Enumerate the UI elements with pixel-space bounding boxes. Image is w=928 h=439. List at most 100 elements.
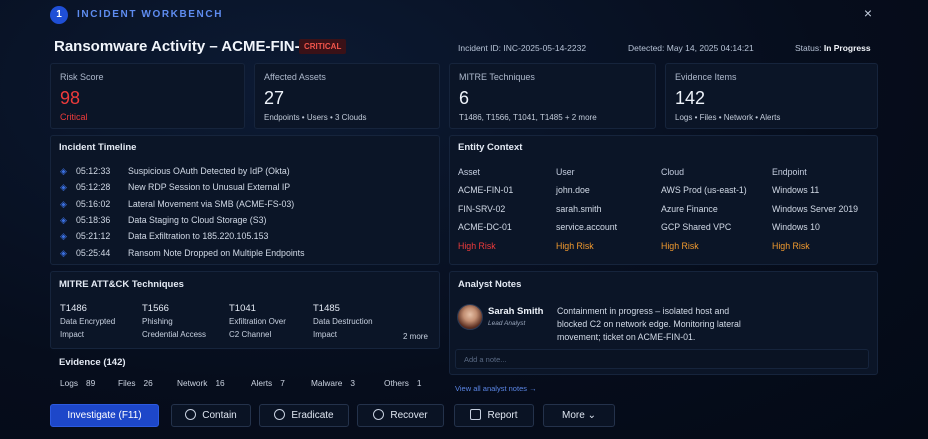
technique-tactic: C2 Channel (229, 330, 272, 339)
event-shield-icon: ◈ (60, 198, 67, 209)
entity-column-header: User (556, 167, 575, 177)
evidence-count: 3 (350, 378, 355, 388)
eradicate-label: Eradicate (291, 410, 334, 421)
note-line: blocked C2 on network edge. Monitoring l… (557, 319, 741, 329)
evidence-label: Malware (311, 378, 343, 388)
add-note-input[interactable]: Add a note... (455, 349, 869, 369)
evidence-item[interactable]: Others 1 (384, 378, 422, 388)
status: Status: In Progress (795, 43, 871, 53)
note-line: Containment in progress – isolated host … (557, 306, 730, 316)
technique-id: T1486 (60, 303, 87, 314)
risk-label: High Risk (772, 241, 810, 251)
severity-badge: CRITICAL (299, 39, 347, 54)
affected-assets-value: 27 (264, 88, 285, 108)
entity-cell[interactable]: Windows 11 (772, 185, 819, 195)
contain-label: Contain (202, 410, 237, 421)
evidence-label: Logs (60, 378, 78, 388)
risk-label: High Risk (556, 241, 594, 251)
entity-cell[interactable]: GCP Shared VPC (661, 222, 731, 232)
evidence-label: Others (384, 378, 409, 388)
evidence-count: 16 (215, 378, 225, 388)
recover-icon (373, 409, 385, 420)
analyst-notes-title: Analyst Notes (458, 279, 522, 290)
entity-cell[interactable]: ACME-FIN-01 (458, 185, 513, 195)
evidence-items-label: Evidence Items (675, 72, 737, 82)
entity-cell[interactable]: Windows 10 (772, 222, 820, 232)
technique-item[interactable]: T1486 Data Encrypted Impact (60, 302, 115, 341)
technique-id: T1566 (142, 303, 169, 314)
evidence-label: Files (118, 378, 136, 388)
more-button[interactable]: More ⌄ (543, 404, 615, 427)
technique-name: Exfiltration Over (229, 317, 286, 326)
technique-item[interactable]: T1566 Phishing Credential Access (142, 302, 206, 341)
evidence-label: Network (177, 378, 208, 388)
risk-label: High Risk (661, 241, 699, 251)
risk-score-value: 98 (60, 88, 81, 108)
evidence-item[interactable]: Network 16 (177, 378, 225, 388)
technique-item[interactable]: T1041 Exfiltration Over C2 Channel (229, 302, 286, 341)
mitre-techniques-sub: T1486, T1566, T1041, T1485 + 2 more (459, 113, 597, 122)
eradicate-icon (274, 409, 286, 420)
affected-assets-card[interactable]: Affected Assets 27 Endpoints • Users • 3… (254, 63, 440, 129)
entity-cell[interactable]: Windows Server 2019 (772, 204, 858, 214)
investigate-button[interactable]: Investigate (F11) (50, 404, 159, 427)
evidence-item[interactable]: Files 26 (118, 378, 153, 388)
entity-column-header: Cloud (661, 167, 684, 177)
entity-cell[interactable]: service.account (556, 222, 617, 232)
attack-title: MITRE ATT&CK Techniques (59, 279, 184, 290)
risk-label: High Risk (458, 241, 496, 251)
evidence-item[interactable]: Logs 89 (60, 378, 95, 388)
entity-cell[interactable]: sarah.smith (556, 204, 601, 214)
view-all-notes-link[interactable]: View all analyst notes → (455, 384, 537, 393)
recover-button[interactable]: Recover (357, 404, 444, 427)
analyst-avatar (457, 304, 483, 330)
entity-cell[interactable]: AWS Prod (us-east-1) (661, 185, 747, 195)
close-icon[interactable]: × (861, 5, 875, 21)
technique-tactic: Credential Access (142, 330, 207, 339)
status-value: In Progress (823, 43, 871, 53)
technique-name: Phishing (142, 317, 173, 326)
entity-cell[interactable]: Azure Finance (661, 204, 718, 214)
event-text: Data Exfiltration to 185.220.105.153 (128, 231, 269, 242)
timeline-title: Incident Timeline (59, 142, 137, 153)
event-text: Ransom Note Dropped on Multiple Endpoint… (128, 247, 305, 258)
event-text: Data Staging to Cloud Storage (S3) (128, 214, 267, 225)
techniques-more-link[interactable]: 2 more (403, 330, 428, 343)
event-shield-icon: ◈ (60, 166, 67, 176)
entity-cell[interactable]: john.doe (556, 185, 590, 195)
evidence-item[interactable]: Alerts 7 (251, 378, 285, 388)
top-bar: 1 INCIDENT WORKBENCH × (0, 0, 928, 30)
event-shield-icon: ◈ (60, 231, 67, 242)
report-icon (470, 409, 482, 420)
incident-id: Incident ID: INC-2025-05-14-2232 (458, 43, 587, 53)
technique-id: T1485 (313, 303, 340, 314)
event-shield-icon: ◈ (60, 182, 67, 193)
evidence-items-card[interactable]: Evidence Items 142 Logs • Files • Networ… (665, 63, 878, 129)
evidence-item[interactable]: Malware 3 (311, 378, 355, 388)
technique-tactic: Impact (60, 330, 85, 339)
technique-item[interactable]: T1485 Data Destruction Impact (313, 302, 373, 341)
evidence-count: 89 (86, 378, 96, 388)
event-shield-icon: ◈ (60, 214, 67, 225)
risk-score-label: Risk Score (60, 72, 104, 82)
technique-id: T1041 (229, 303, 256, 314)
contain-icon (185, 409, 197, 420)
entity-cell[interactable]: FIN-SRV-02 (458, 204, 505, 214)
status-label: Status: (795, 43, 822, 53)
report-button[interactable]: Report (454, 404, 534, 427)
workbench-title: INCIDENT WORKBENCH (77, 9, 224, 20)
risk-score-card[interactable]: Risk Score 98 Critical (50, 63, 245, 129)
detected-time: Detected: May 14, 2025 04:14:21 (628, 43, 754, 53)
evidence-title: Evidence (142) (59, 357, 126, 368)
recover-label: Recover (390, 410, 428, 421)
contain-button[interactable]: Contain (171, 404, 251, 427)
note-line: movement; ticket on ACME-FIN-01. (557, 332, 696, 342)
evidence-count: 7 (280, 378, 285, 388)
event-shield-icon: ◈ (60, 247, 67, 258)
analyst-role: Lead Analyst (488, 320, 526, 327)
event-time: 05:12:33 (76, 166, 111, 176)
mitre-techniques-card[interactable]: MITRE Techniques 6 T1486, T1566, T1041, … (449, 63, 656, 129)
eradicate-button[interactable]: Eradicate (259, 404, 349, 427)
event-text: Lateral Movement via SMB (ACME-FS-03) (128, 198, 295, 209)
entity-cell[interactable]: ACME-DC-01 (458, 222, 512, 232)
